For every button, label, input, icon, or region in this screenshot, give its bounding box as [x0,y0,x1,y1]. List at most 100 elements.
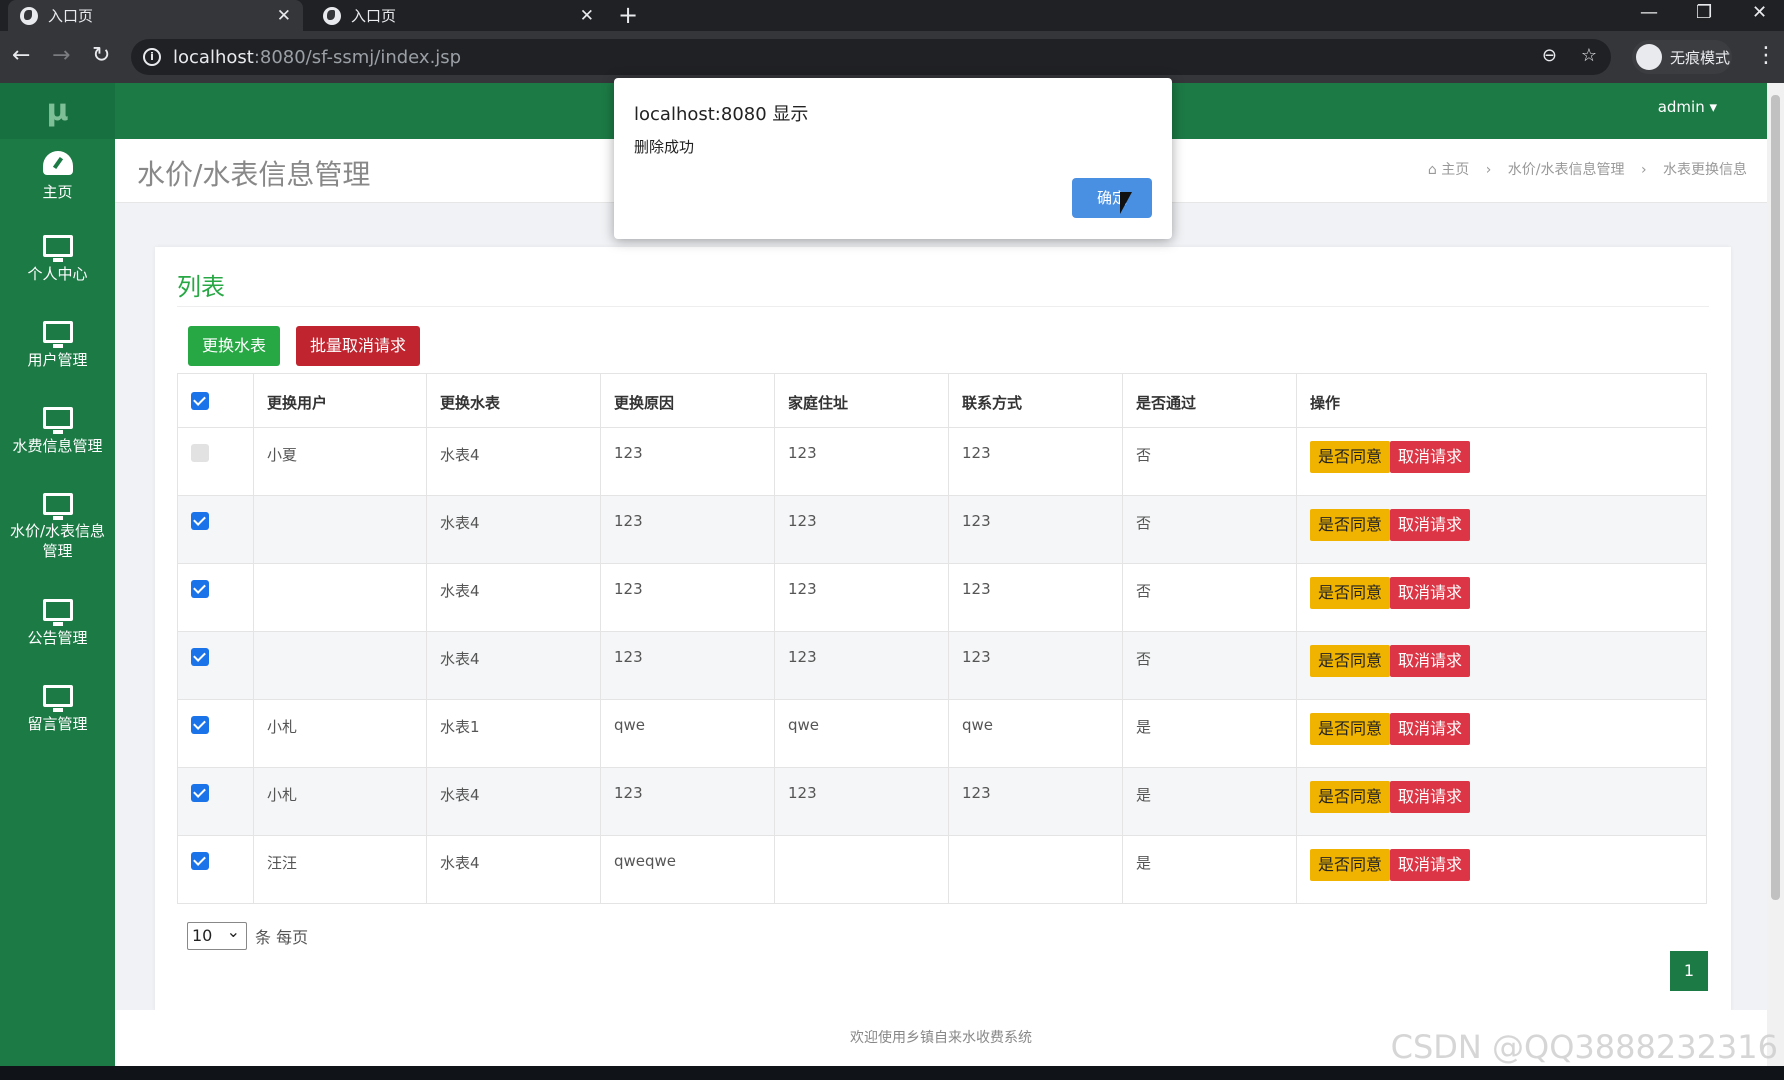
watermark: CSDN @QQ3888232316 [1390,1028,1778,1066]
address-cell: qwe [774,699,949,768]
sidebar-item-announcements[interactable]: 公告管理 [0,599,115,648]
table-row: 小夏 水表4 123 123 123 否 是否同意 取消请求 [177,427,1707,496]
sidebar-item-water-fee[interactable]: 水费信息管理 [0,407,115,456]
approve-button[interactable]: 是否同意 [1310,645,1391,677]
sidebar-item-label: 留言管理 [27,715,88,733]
close-window-icon[interactable]: ✕ [1752,2,1767,23]
info-icon[interactable]: i [143,48,161,66]
row-checkbox[interactable] [191,648,209,666]
approve-button[interactable]: 是否同意 [1310,849,1391,881]
forward-icon[interactable]: → [52,43,70,68]
cancel-request-button[interactable]: 取消请求 [1390,781,1471,813]
page-size-select[interactable]: 10 [187,919,247,950]
contact-cell: 123 [948,427,1123,496]
sidebar-item-users[interactable]: 用户管理 [0,321,115,370]
sidebar-item-water-price-meter[interactable]: 水价/水表信息 管理 [0,493,115,561]
dashboard-icon [42,151,73,175]
cancel-request-button[interactable]: 取消请求 [1390,849,1471,881]
tab-title: 入口页 [48,7,94,25]
select-cell [177,563,254,632]
monitor-icon [42,235,73,262]
row-checkbox[interactable] [191,580,209,598]
sidebar-item-label: 公告管理 [27,629,88,647]
tab-title: 入口页 [351,7,397,25]
cancel-request-button[interactable]: 取消请求 [1390,509,1471,541]
cancel-request-button[interactable]: 取消请求 [1390,441,1471,473]
reason-cell: 123 [600,767,775,836]
cancel-request-button[interactable]: 取消请求 [1390,645,1471,677]
close-tab-icon[interactable]: ✕ [580,6,594,26]
user-cell: 小札 [253,699,427,768]
url-text[interactable]: localhost:8080/sf-ssmj/index.jsp [173,47,461,68]
pagination-page-1[interactable]: 1 [1670,951,1708,991]
restore-icon[interactable]: ❐ [1696,2,1712,23]
browser-tab-1[interactable]: 入口页 ✕ [8,0,303,31]
home-icon: ⌂ [1427,162,1437,178]
scrollbar-thumb[interactable] [1771,95,1780,900]
cancel-request-button[interactable]: 取消请求 [1390,577,1471,609]
approve-button[interactable]: 是否同意 [1310,577,1391,609]
col-header: 联系方式 [948,373,1123,428]
browser-tab-2[interactable]: 入口页 ✕ [311,0,606,31]
approve-button[interactable]: 是否同意 [1310,781,1391,813]
data-table: 更换用户 更换水表 更换原因 家庭住址 联系方式 是否通过 操作 小夏 水表4 … [177,373,1707,904]
approve-button[interactable]: 是否同意 [1310,441,1391,473]
meter-cell: 水表4 [426,767,601,836]
reason-cell: qweqwe [600,835,775,904]
row-checkbox[interactable] [191,716,209,734]
incognito-badge[interactable]: 无痕模式 [1632,40,1732,74]
bookmark-star-icon[interactable]: ☆ [1581,45,1597,66]
select-all-checkbox[interactable] [191,392,209,410]
minimize-icon[interactable]: — [1640,2,1658,23]
monitor-icon [42,599,73,626]
actions-cell: 是否同意 取消请求 [1296,699,1707,768]
incognito-label: 无痕模式 [1670,48,1731,67]
reload-icon[interactable]: ↻ [92,43,110,68]
user-menu[interactable]: admin ▾ [1658,98,1717,116]
breadcrumb-home[interactable]: 主页 [1441,162,1469,178]
ok-button[interactable]: 确定 [1072,178,1152,218]
zoom-icon[interactable]: ⊖ [1542,45,1557,66]
breadcrumb-section[interactable]: 水价/水表信息管理 [1508,162,1625,178]
monitor-icon [42,407,73,434]
scrollbar[interactable] [1767,83,1784,1066]
col-header: 是否通过 [1122,373,1297,428]
change-meter-button[interactable]: 更换水表 [188,326,281,366]
globe-icon [323,6,341,25]
page-title: 水价/水表信息管理 [137,158,371,191]
reason-cell: 123 [600,563,775,632]
alert-dialog: localhost:8080 显示 删除成功 确定 [614,78,1172,239]
reason-cell: 123 [600,631,775,700]
reason-cell: 123 [600,427,775,496]
sidebar-item-label: 水价/水表信息 [9,522,106,540]
approve-button[interactable]: 是否同意 [1310,713,1391,745]
contact-cell: 123 [948,631,1123,700]
page-size-suffix: 条 每页 [255,928,309,947]
contact-cell: 123 [948,495,1123,564]
col-header: 操作 [1296,373,1707,428]
row-checkbox[interactable] [191,784,209,802]
sidebar-item-messages[interactable]: 留言管理 [0,685,115,734]
row-checkbox[interactable] [191,444,209,462]
table-row: 水表4 123 123 123 否 是否同意 取消请求 [177,631,1707,700]
close-tab-icon[interactable]: ✕ [277,6,291,26]
approve-button[interactable]: 是否同意 [1310,509,1391,541]
address-bar[interactable]: i localhost:8080/sf-ssmj/index.jsp ⊖ ☆ [131,39,1611,75]
passed-cell: 否 [1122,427,1297,496]
row-checkbox[interactable] [191,512,209,530]
sidebar-item-profile[interactable]: 个人中心 [0,235,115,284]
table-row: 汪汪 水表4 qweqwe 是 是否同意 取消请求 [177,835,1707,904]
back-icon[interactable]: ← [12,43,30,68]
menu-dots-icon[interactable]: ⋮ [1755,43,1777,68]
monitor-icon [42,685,73,712]
sidebar-item-home[interactable]: 主页 [0,151,115,202]
meter-cell: 水表1 [426,699,601,768]
cancel-request-button[interactable]: 取消请求 [1390,713,1471,745]
row-checkbox[interactable] [191,852,209,870]
user-cell [253,631,427,700]
browser-toolbar: ← → ↻ i localhost:8080/sf-ssmj/index.jsp… [0,31,1784,83]
batch-cancel-button[interactable]: 批量取消请求 [296,326,421,366]
dialog-message: 删除成功 [634,138,695,156]
contact-cell: 123 [948,563,1123,632]
new-tab-button[interactable]: + [618,1,638,29]
